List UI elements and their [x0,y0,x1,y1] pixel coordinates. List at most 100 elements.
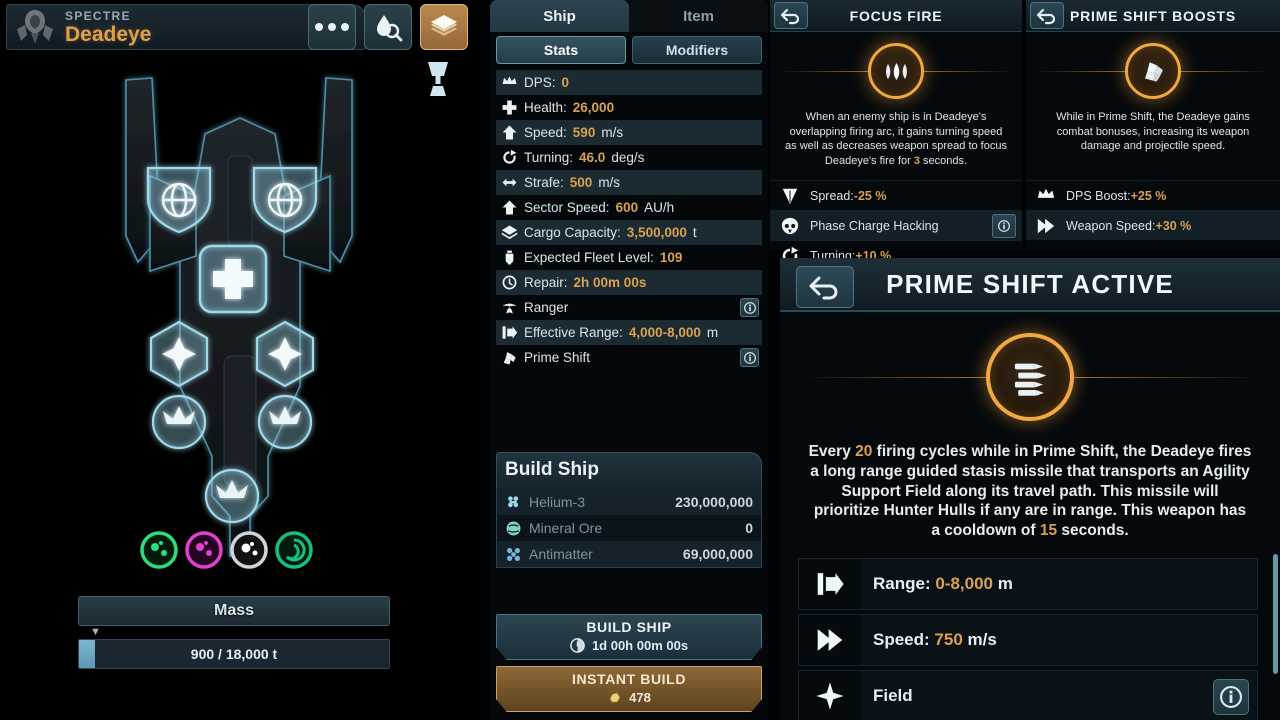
stat-label: Health: [524,100,567,115]
ranger-icon [500,299,518,317]
resource-name: Helium-3 [529,494,586,510]
field-icon [799,671,861,720]
resource-row: Antimatter 69,000,000 [497,541,761,567]
resource-amount: 230,000,000 [675,494,753,510]
stat-value: 46.0 [579,150,606,165]
weapon-stat-row: Field [798,670,1258,720]
orb-magenta[interactable] [185,531,223,569]
crown-icon [1037,188,1055,198]
psa-desc-part3: seconds. [1057,522,1129,540]
tab-modifiers[interactable]: Modifiers [632,36,762,64]
focus-fire-header: FOCUS FIRE [770,0,1022,32]
stat-label: Speed: [524,125,567,140]
weapon-info-button[interactable] [1213,679,1249,715]
build-ship-title: Build Ship [496,452,762,489]
modifier-value: -25 % [853,188,887,203]
helium-icon [505,494,522,511]
prime-shift-boosts-card: PRIME SHIFT BOOSTS While in Prime Shift,… [1026,0,1280,250]
faction-crest-icon [13,7,57,47]
resource-amount: 0 [745,520,753,536]
stat-list: DPS: 0 Health: 26,000 Speed: 590 m/s Turning: 46… [490,70,768,370]
layers-button[interactable] [420,4,468,50]
crown-icon [502,76,516,85]
magnifier-drop-icon [377,15,403,42]
ship-view-pane: SPECTRE Deadeye Mass ▼ 900 / 18,000 t [0,0,478,720]
mass-value: 900 / 18,000 t [190,646,278,662]
modifier-info-button[interactable] [992,214,1016,238]
range-icon [500,324,518,342]
build-ship-button[interactable]: BUILD SHIP 1d 00h 00m 00s [496,614,762,660]
stat-info-button[interactable] [740,298,759,317]
strafe-icon [500,174,518,192]
crystal-icon [1125,43,1181,99]
stat-value: 0 [561,75,570,90]
mass-label: Mass [78,596,390,626]
focus-fire-back-button[interactable] [774,2,808,29]
back-arrow-icon [1036,8,1056,24]
fleet-icon [500,249,518,267]
prime-shift-active-description: Every 20 firing cycles while in Prime Sh… [780,442,1280,541]
psa-desc-hl1: 20 [855,443,873,460]
focus-fire-badge-area [770,32,1022,110]
weapon-stat-unit: m [993,574,1013,593]
instant-build-button-label: INSTANT BUILD [571,671,687,687]
mineral-icon [506,521,521,535]
prime-shift-boosts-back-button[interactable] [1030,2,1064,29]
helium-icon [508,495,519,507]
focus-fire-title: FOCUS FIRE [849,7,943,24]
mass-bar-fill [79,640,95,668]
stat-unit: deg/s [611,150,645,165]
antimatter-icon [507,547,520,561]
stat-info-button[interactable] [740,348,759,367]
modifier-row: DPS Boost: +25 % [1026,180,1280,210]
stat-row: Strafe: 500 m/s [496,170,762,195]
vertical-scrollbar[interactable] [1273,554,1278,674]
stat-row: Effective Range: 4,000-8,000 m [496,320,762,345]
mass-section: Mass ▼ 900 / 18,000 t [78,596,390,669]
mineral-icon [505,520,522,537]
weapon-stat-row: Range: 0-8,000 m [798,558,1258,610]
inspect-button[interactable] [364,4,412,50]
build-section: Build Ship Helium-3 230,000,000 Mineral Or… [490,452,768,568]
ship-stats-pane: Ship Item Stats Modifiers DPS: 0 Health: 26… [490,0,768,720]
prime-shift-active-badge-area [780,312,1280,442]
missile-salvo-icon [986,333,1074,421]
prime-shift-active-back-button[interactable] [796,266,854,308]
energy-orb-row [140,528,330,572]
stat-value: 3,500,000 [626,225,687,240]
more-options-button[interactable] [308,4,356,50]
modifier-row: Spread: -25 % [770,180,1022,210]
tab-item[interactable]: Item [629,0,768,32]
orb-green[interactable] [140,531,178,569]
focus-fire-desc-part1: When an enemy ship is in Deadeye's overl… [785,111,1007,167]
stat-row: Speed: 590 m/s [496,120,762,145]
info-icon [998,220,1010,232]
header-button-group [308,4,468,50]
field-icon [816,682,844,710]
arrow-up-icon [500,124,518,142]
tab-stats[interactable]: Stats [496,36,626,64]
stat-unit: m/s [598,175,621,190]
stat-value: 590 [572,125,596,140]
modifier-label: Spread: [810,188,854,203]
page-title: Deadeye [65,22,152,46]
stat-label: Prime Shift [524,350,591,365]
instant-build-button[interactable]: INSTANT BUILD 478 [496,666,762,712]
spread-icon [770,186,810,206]
cross-icon [502,100,516,115]
prime-shift-boosts-header: PRIME SHIFT BOOSTS [1026,0,1280,32]
stat-row: Prime Shift [496,345,762,370]
range-icon [502,326,517,339]
stat-label: Repair: [524,275,568,290]
clock-icon [570,638,585,653]
orb-teal[interactable] [275,531,313,569]
focus-arc-icon [868,43,924,99]
stat-label: Sector Speed: [524,200,610,215]
tab-ship[interactable]: Ship [490,0,629,32]
resource-name: Mineral Ore [529,520,603,536]
sub-tab-bar: Stats Modifiers [490,32,768,70]
resource-row: Mineral Ore 0 [497,515,761,541]
orb-white[interactable] [230,531,268,569]
stat-value: 2h 00m 00s [573,275,647,290]
chevron-down-icon[interactable]: ▼ [90,626,101,638]
